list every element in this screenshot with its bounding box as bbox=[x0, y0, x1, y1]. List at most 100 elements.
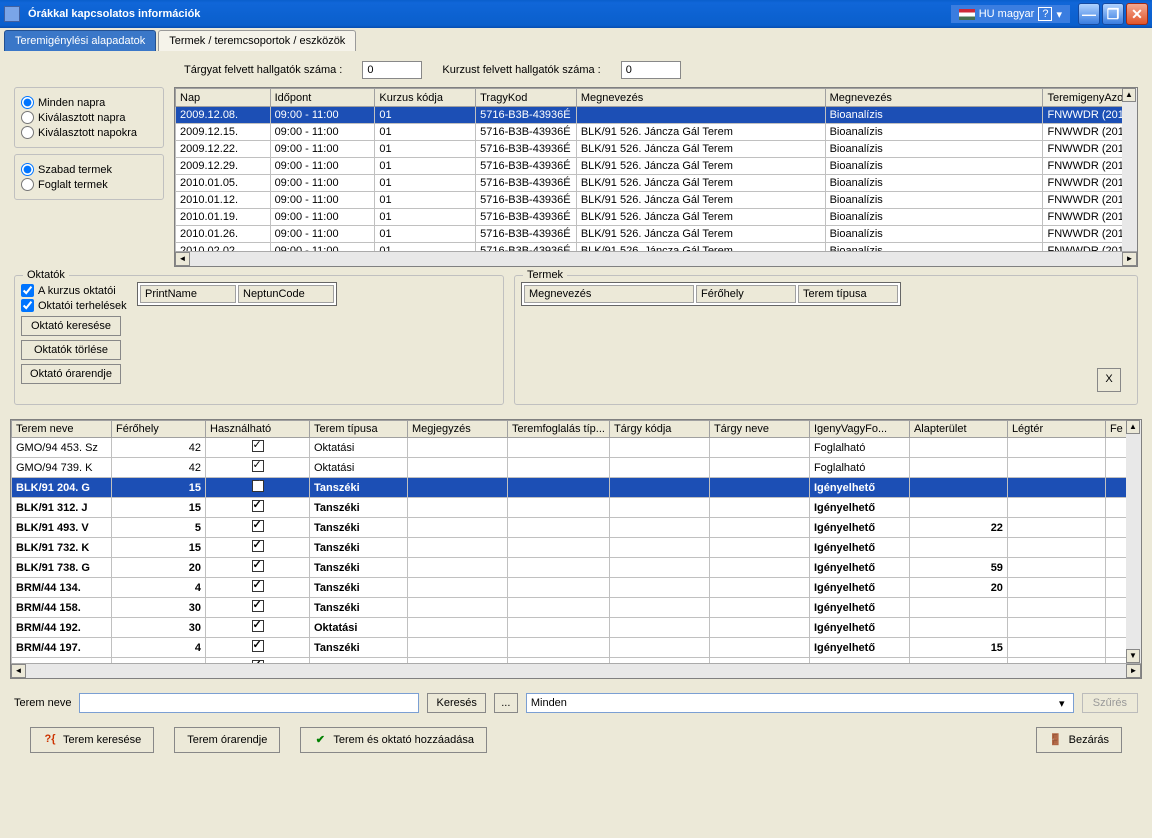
col-neptuncode[interactable]: NeptunCode bbox=[238, 285, 334, 303]
tab-teremigenylesi[interactable]: Teremigénylési alapadatok bbox=[4, 30, 156, 51]
radio-szabad[interactable] bbox=[21, 163, 34, 176]
hozzaadasa-label: Terem és oktató hozzáadása bbox=[333, 734, 474, 746]
col-4[interactable]: Megjegyzés bbox=[408, 421, 508, 438]
table-row[interactable]: 2009.12.08.09:00 - 11:00015716-B3B-43936… bbox=[176, 107, 1137, 124]
col-printname[interactable]: PrintName bbox=[140, 285, 236, 303]
terem-orarendje-button[interactable]: Terem órarendje bbox=[174, 727, 280, 753]
col-megnevezés[interactable]: Megnevezés bbox=[576, 89, 825, 107]
minimize-button[interactable]: — bbox=[1078, 3, 1100, 25]
filter-combo[interactable]: Minden ▾ bbox=[526, 693, 1074, 713]
col-0[interactable]: Terem neve bbox=[12, 421, 112, 438]
table-row[interactable]: GMO/94 739. K42OktatásiFoglalható bbox=[12, 458, 1141, 478]
scroll-down-icon[interactable]: ▼ bbox=[1126, 649, 1140, 663]
oktato-keresese-button[interactable]: Oktató keresése bbox=[21, 316, 121, 336]
col-ferohely[interactable]: Férőhely bbox=[696, 285, 796, 303]
oktatok-torlese-button[interactable]: Oktatók törlése bbox=[21, 340, 121, 360]
col-10[interactable]: Légtér bbox=[1007, 421, 1105, 438]
col-tragykod[interactable]: TragyKod bbox=[476, 89, 577, 107]
table-row[interactable]: BLK/91 738. G20TanszékiIgényelhető59 bbox=[12, 558, 1141, 578]
scroll-left-icon[interactable]: ◄ bbox=[11, 664, 26, 678]
radio-kivalasztott-napokra[interactable] bbox=[21, 126, 34, 139]
termek-remove-button[interactable]: X bbox=[1097, 368, 1121, 392]
table-row[interactable]: BLK/91 732. K15TanszékiIgényelhető bbox=[12, 538, 1141, 558]
table-row[interactable]: BRM/44 158.30TanszékiIgényelhető bbox=[12, 598, 1141, 618]
kurzust-input[interactable] bbox=[621, 61, 681, 79]
checkbox-icon[interactable] bbox=[252, 620, 264, 632]
col-8[interactable]: IgenyVagyFo... bbox=[809, 421, 909, 438]
chevron-down-icon: ▾ bbox=[1055, 697, 1069, 710]
table-row[interactable]: BLK/91 493. V5TanszékiIgényelhető22 bbox=[12, 518, 1141, 538]
room-filter-group: Szabad termek Foglalt termek bbox=[14, 154, 164, 200]
checkbox-icon[interactable] bbox=[252, 480, 264, 492]
schedule-grid[interactable]: NapIdőpontKurzus kódjaTragyKodMegnevezés… bbox=[174, 87, 1138, 267]
table-row[interactable]: BLK/91 312. J15TanszékiIgényelhető bbox=[12, 498, 1141, 518]
col-1[interactable]: Férőhely bbox=[112, 421, 206, 438]
dropdown-icon[interactable]: ▾ bbox=[1056, 8, 1062, 21]
checkbox-icon[interactable] bbox=[252, 520, 264, 532]
table-row[interactable]: 2009.12.22.09:00 - 11:00015716-B3B-43936… bbox=[176, 141, 1137, 158]
col-3[interactable]: Terem típusa bbox=[310, 421, 408, 438]
terem-neve-input[interactable] bbox=[79, 693, 419, 713]
col-7[interactable]: Tárgy neve bbox=[709, 421, 809, 438]
radio-minden-napra[interactable] bbox=[21, 96, 34, 109]
col-terem-tipusa[interactable]: Terem típusa bbox=[798, 285, 898, 303]
oktatok-subgrid[interactable]: PrintNameNeptunCode bbox=[137, 282, 337, 306]
col-9[interactable]: Alapterület bbox=[909, 421, 1007, 438]
termek-subgrid[interactable]: Megnevezés Férőhely Terem típusa bbox=[521, 282, 901, 306]
col-megnevezés[interactable]: Megnevezés bbox=[825, 89, 1043, 107]
chk-oktatoi-terheles[interactable] bbox=[21, 299, 34, 312]
table-row[interactable]: 2010.01.19.09:00 - 11:00015716-B3B-43936… bbox=[176, 209, 1137, 226]
scroll-left-icon[interactable]: ◄ bbox=[175, 252, 190, 266]
checkbox-icon[interactable] bbox=[252, 580, 264, 592]
table-row[interactable]: 2010.01.12.09:00 - 11:00015716-B3B-43936… bbox=[176, 192, 1137, 209]
close-button[interactable]: ✕ bbox=[1126, 3, 1148, 25]
radio-kivalasztott-napra[interactable] bbox=[21, 111, 34, 124]
checkbox-icon[interactable] bbox=[252, 460, 264, 472]
oktato-orarendje-button[interactable]: Oktató órarendje bbox=[21, 364, 121, 384]
checkbox-icon[interactable] bbox=[252, 600, 264, 612]
hozzaadasa-button[interactable]: ✔ Terem és oktató hozzáadása bbox=[300, 727, 487, 753]
terem-keresese-button[interactable]: ?{ Terem keresése bbox=[30, 727, 154, 753]
checkbox-icon[interactable] bbox=[252, 500, 264, 512]
col-2[interactable]: Használható bbox=[206, 421, 310, 438]
tab-termek[interactable]: Termek / teremcsoportok / eszközök bbox=[158, 30, 356, 51]
scroll-right-icon[interactable]: ► bbox=[1122, 252, 1137, 266]
col-kurzus kódja[interactable]: Kurzus kódja bbox=[375, 89, 476, 107]
horizontal-scrollbar[interactable]: ◄ ► bbox=[175, 251, 1137, 266]
table-row[interactable]: BRM/44 197.4TanszékiIgényelhető15 bbox=[12, 638, 1141, 658]
col-nap[interactable]: Nap bbox=[176, 89, 271, 107]
checkbox-icon[interactable] bbox=[252, 540, 264, 552]
col-időpont[interactable]: Időpont bbox=[270, 89, 375, 107]
table-row[interactable]: GMO/94 453. Sz42OktatásiFoglalható bbox=[12, 438, 1141, 458]
chk-kurzus-oktatoi[interactable] bbox=[21, 284, 34, 297]
table-row[interactable]: 2010.01.26.09:00 - 11:00015716-B3B-43936… bbox=[176, 226, 1137, 243]
rooms-vertical-scrollbar[interactable]: ▲ ▼ bbox=[1126, 420, 1141, 678]
language-selector[interactable]: HU magyar ? ▾ bbox=[951, 5, 1070, 23]
question-icon: ?{ bbox=[43, 733, 57, 747]
vertical-scrollbar[interactable]: ▲ bbox=[1122, 88, 1137, 266]
table-row[interactable]: 2010.01.05.09:00 - 11:00015716-B3B-43936… bbox=[176, 175, 1137, 192]
table-row[interactable]: BLK/91 204. G15TanszékiIgényelhető bbox=[12, 478, 1141, 498]
col-6[interactable]: Tárgy kódja bbox=[609, 421, 709, 438]
rooms-grid[interactable]: Terem neveFérőhelyHasználhatóTerem típus… bbox=[10, 419, 1142, 679]
checkbox-icon[interactable] bbox=[252, 440, 264, 452]
scroll-up-icon[interactable]: ▲ bbox=[1122, 88, 1136, 102]
col-megnevezes[interactable]: Megnevezés bbox=[524, 285, 694, 303]
scroll-up-icon[interactable]: ▲ bbox=[1126, 420, 1140, 434]
table-row[interactable]: BRM/44 134.4TanszékiIgényelhető20 bbox=[12, 578, 1141, 598]
help-icon[interactable]: ? bbox=[1038, 7, 1052, 21]
maximize-button[interactable]: ❐ bbox=[1102, 3, 1124, 25]
col-5[interactable]: Teremfoglalás típ... bbox=[508, 421, 610, 438]
targyat-input[interactable] bbox=[362, 61, 422, 79]
radio-foglalt[interactable] bbox=[21, 178, 34, 191]
checkbox-icon[interactable] bbox=[252, 560, 264, 572]
scroll-right-icon[interactable]: ► bbox=[1126, 664, 1141, 678]
table-row[interactable]: BRM/44 192.30OktatásiIgényelhető bbox=[12, 618, 1141, 638]
table-row[interactable]: 2009.12.15.09:00 - 11:00015716-B3B-43936… bbox=[176, 124, 1137, 141]
table-row[interactable]: 2009.12.29.09:00 - 11:00015716-B3B-43936… bbox=[176, 158, 1137, 175]
rooms-horizontal-scrollbar[interactable]: ◄ ► bbox=[11, 663, 1141, 678]
checkbox-icon[interactable] bbox=[252, 640, 264, 652]
browse-button[interactable]: ... bbox=[494, 693, 518, 713]
kereses-button[interactable]: Keresés bbox=[427, 693, 485, 713]
bezaras-button[interactable]: 🚪 Bezárás bbox=[1036, 727, 1122, 753]
